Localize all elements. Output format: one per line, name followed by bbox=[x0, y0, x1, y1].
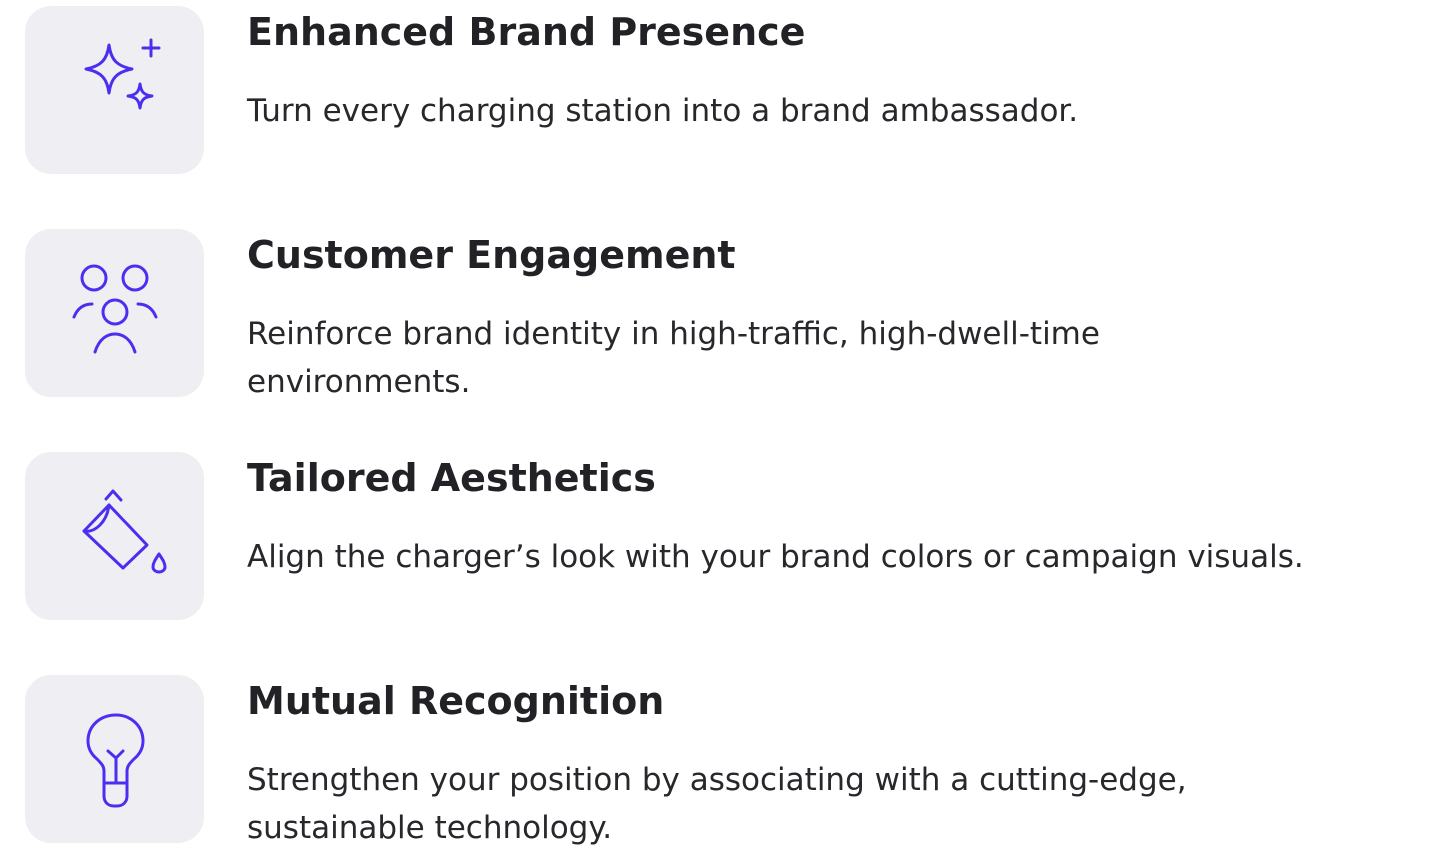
feature-icon-tile bbox=[25, 452, 204, 620]
paint-bucket-icon bbox=[82, 489, 166, 574]
sparkles-icon bbox=[84, 38, 160, 110]
feature-list: Enhanced Brand Presence Turn every charg… bbox=[0, 0, 1455, 848]
feature-description: Turn every charging station into a brand… bbox=[247, 93, 1079, 129]
users-group-icon bbox=[72, 264, 157, 354]
lightbulb-icon bbox=[86, 713, 144, 808]
feature-description: Align the charger’s look with your brand… bbox=[247, 539, 1304, 575]
feature-title: Customer Engagement bbox=[247, 233, 736, 277]
feature-icon-tile bbox=[25, 6, 204, 174]
feature-title: Tailored Aesthetics bbox=[247, 456, 656, 500]
feature-description: Reinforce brand identity in high-traffic… bbox=[247, 316, 1100, 400]
feature-icon-tile bbox=[25, 229, 204, 397]
feature-title: Enhanced Brand Presence bbox=[247, 10, 806, 54]
feature-icon-tile bbox=[25, 675, 204, 843]
feature-title: Mutual Recognition bbox=[247, 679, 665, 723]
feature-description: Strengthen your position by associating … bbox=[247, 762, 1187, 846]
